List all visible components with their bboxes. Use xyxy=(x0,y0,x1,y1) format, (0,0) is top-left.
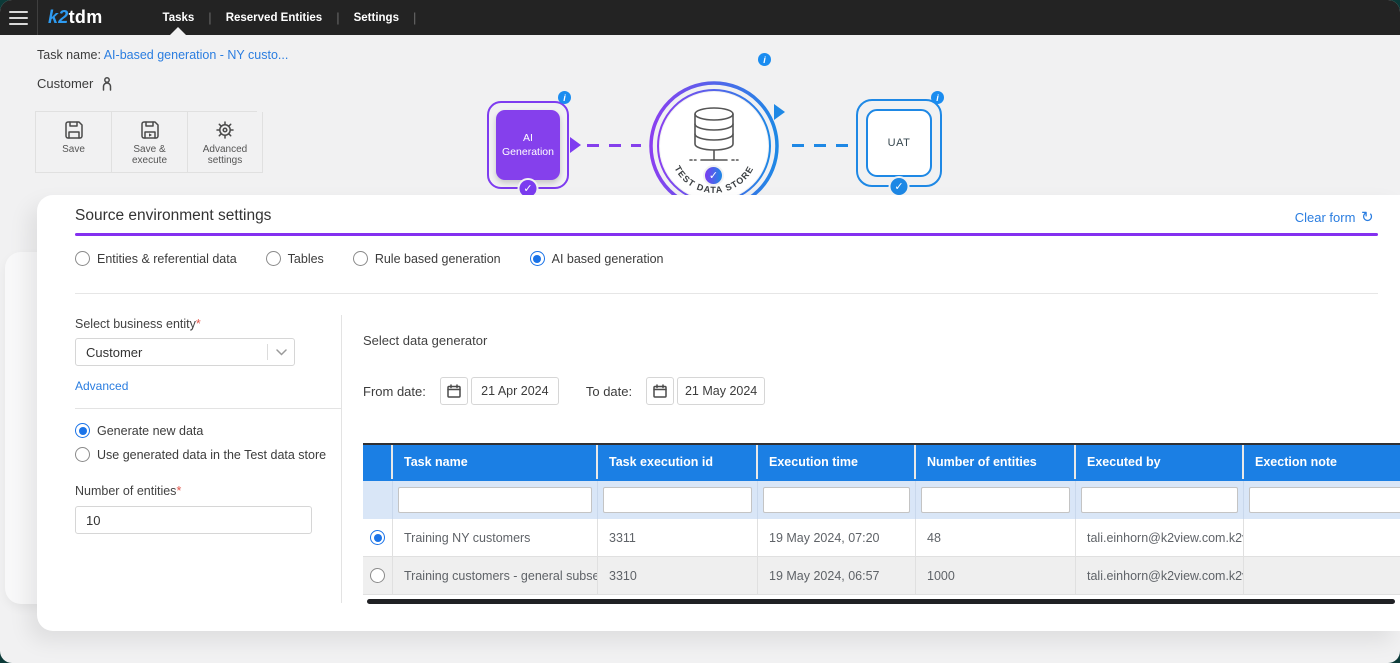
data-generator-column: Select data generator From date: 21 Apr … xyxy=(363,333,1400,348)
header-number-of-entities[interactable]: Number of entities xyxy=(916,445,1076,479)
logo-k2: k2 xyxy=(48,7,69,28)
main-navigation: Tasks | Reserved Entities | Settings | xyxy=(149,0,417,35)
uat-label: UAT xyxy=(866,109,932,177)
column-divider xyxy=(341,315,342,603)
left-divider xyxy=(75,408,341,409)
to-date-calendar-button[interactable] xyxy=(646,377,674,405)
radio-entities-referential-data[interactable]: Entities & referential data xyxy=(75,251,237,266)
row-select-radio[interactable] xyxy=(370,568,385,583)
executions-table: Task name Task execution id Execution ti… xyxy=(363,443,1400,604)
flow-connector-purple xyxy=(587,144,641,147)
nav-tab-tasks[interactable]: Tasks xyxy=(149,0,209,35)
info-icon[interactable]: i xyxy=(931,91,944,104)
filter-input-execution-time[interactable] xyxy=(763,487,910,513)
flow-node-uat[interactable]: UAT i ✓ xyxy=(856,99,942,187)
row-select-radio[interactable] xyxy=(370,530,385,545)
from-date-calendar-button[interactable] xyxy=(440,377,468,405)
check-icon: ✓ xyxy=(889,176,910,197)
panel-title: Source environment settings xyxy=(75,207,271,225)
header-select-column xyxy=(363,445,393,479)
to-date-label: To date: xyxy=(586,384,632,399)
generation-mode-options: Entities & referential data Tables Rule … xyxy=(75,251,664,266)
nav-tab-settings[interactable]: Settings xyxy=(340,0,413,35)
calendar-icon xyxy=(447,384,461,398)
number-of-entities-input[interactable] xyxy=(75,506,312,534)
hamburger-menu-icon[interactable] xyxy=(0,0,38,35)
radio-tables[interactable]: Tables xyxy=(266,251,324,266)
horizontal-scrollbar[interactable] xyxy=(367,599,1395,604)
chevron-down-icon xyxy=(268,349,294,356)
table-row[interactable]: Training customers - general subset 3310… xyxy=(363,557,1400,595)
flow-node-ai-generation[interactable]: AI Generation i ✓ xyxy=(487,101,569,189)
top-navbar: k2tdm Tasks | Reserved Entities | Settin… xyxy=(0,0,1400,35)
left-settings-column: Select business entity* Customer Advance… xyxy=(75,317,313,534)
filter-input-number-of-entities[interactable] xyxy=(921,487,1070,513)
calendar-icon xyxy=(653,384,667,398)
radio-rule-based-generation[interactable]: Rule based generation xyxy=(353,251,501,266)
flow-arrow-icon xyxy=(774,104,785,120)
app-window: k2tdm Tasks | Reserved Entities | Settin… xyxy=(0,0,1400,663)
from-date-label: From date: xyxy=(363,384,426,399)
to-date-value[interactable]: 21 May 2024 xyxy=(677,377,765,405)
logo-tdm: tdm xyxy=(69,7,103,28)
filter-input-execution-id[interactable] xyxy=(603,487,752,513)
title-underline xyxy=(75,233,1378,236)
business-entity-select[interactable]: Customer xyxy=(75,338,295,366)
header-task-name[interactable]: Task name xyxy=(393,445,598,479)
nav-tab-reserved-entities[interactable]: Reserved Entities xyxy=(212,0,337,35)
radio-generate-new-data[interactable]: Generate new data xyxy=(75,423,313,438)
advanced-link[interactable]: Advanced xyxy=(75,379,128,393)
table-row[interactable]: Training NY customers 3311 19 May 2024, … xyxy=(363,519,1400,557)
app-logo: k2tdm xyxy=(48,7,103,28)
flow-arrow-icon xyxy=(570,137,581,153)
date-range-row: From date: 21 Apr 2024 To date: 21 May 2… xyxy=(363,377,765,405)
task-flow-diagram: AI Generation i ✓ xyxy=(0,35,1400,195)
header-execution-time[interactable]: Execution time xyxy=(758,445,916,479)
active-tab-notch xyxy=(170,27,186,35)
business-entity-label: Select business entity* xyxy=(75,317,313,331)
info-icon[interactable]: i xyxy=(558,91,571,104)
table-header-row: Task name Task execution id Execution ti… xyxy=(363,443,1400,481)
filter-input-executed-by[interactable] xyxy=(1081,487,1238,513)
header-task-execution-id[interactable]: Task execution id xyxy=(598,445,758,479)
header-executed-by[interactable]: Executed by xyxy=(1076,445,1244,479)
clear-form-button[interactable]: Clear form ↺ xyxy=(1295,208,1374,226)
nav-separator: | xyxy=(413,10,416,25)
flow-connector-blue xyxy=(792,144,848,147)
number-of-entities-label: Number of entities* xyxy=(75,484,313,498)
radio-ai-based-generation[interactable]: AI based generation xyxy=(530,251,664,266)
mode-divider xyxy=(75,293,1378,294)
filter-input-task-name[interactable] xyxy=(398,487,592,513)
info-icon[interactable]: i xyxy=(758,53,771,66)
table-filter-row xyxy=(363,481,1400,519)
source-environment-panel: Source environment settings Clear form ↺… xyxy=(37,195,1400,631)
select-data-generator-label: Select data generator xyxy=(363,333,1400,348)
reset-icon: ↺ xyxy=(1361,208,1374,226)
ai-generation-label: AI Generation xyxy=(496,110,560,180)
header-exection-note[interactable]: Exection note xyxy=(1244,445,1400,479)
from-date-value[interactable]: 21 Apr 2024 xyxy=(471,377,559,405)
filter-input-exection-note[interactable] xyxy=(1249,487,1400,513)
check-icon: ✓ xyxy=(703,165,724,186)
radio-use-generated-data[interactable]: Use generated data in the Test data stor… xyxy=(75,447,313,462)
